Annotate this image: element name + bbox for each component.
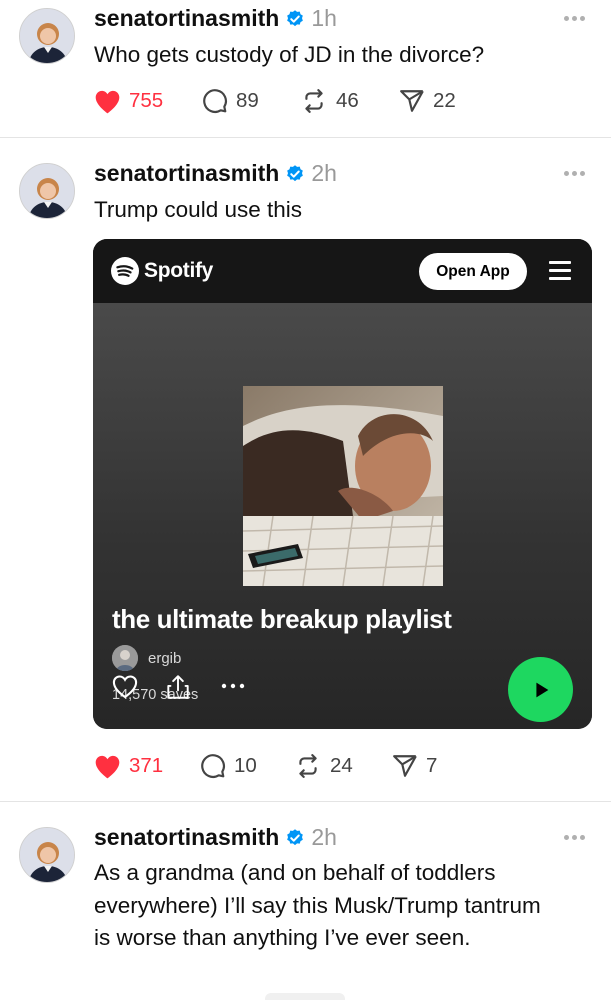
username[interactable]: senatortinasmith 2h xyxy=(94,824,337,854)
post-text: Who gets custody of JD in the divorce? xyxy=(94,42,485,67)
repost-icon xyxy=(299,754,317,778)
username[interactable]: senatortinasmith 1h xyxy=(94,5,337,35)
owner-name: ergib xyxy=(148,649,182,667)
post-1[interactable]: senatortinasmith 1h Who gets custody of J… xyxy=(0,0,611,137)
heart-icon xyxy=(95,90,120,113)
post-3[interactable]: senatortinasmith 2h As a grandma (and on … xyxy=(0,802,611,1000)
avatar[interactable] xyxy=(19,827,75,883)
heart-icon xyxy=(95,755,120,778)
repost-count: 24 xyxy=(330,754,353,777)
comment-button[interactable]: 89 xyxy=(202,86,259,116)
like-button[interactable]: 371 xyxy=(94,751,163,781)
post-time: 2h xyxy=(311,160,337,186)
spotify-embed-card[interactable]: Spotify Open App the ultimate breakup pl… xyxy=(93,239,592,729)
like-count: 755 xyxy=(129,89,164,112)
playlist-cover-image[interactable] xyxy=(243,386,443,586)
comment-button[interactable]: 10 xyxy=(200,751,257,781)
play-icon xyxy=(535,682,548,697)
post-time: 2h xyxy=(311,824,337,850)
more-dots-icon[interactable] xyxy=(564,835,586,841)
more-dots-icon[interactable] xyxy=(564,171,586,177)
heart-outline-icon[interactable] xyxy=(111,673,139,701)
comment-bubble-icon xyxy=(201,754,225,778)
comment-count: 89 xyxy=(236,89,259,112)
send-icon xyxy=(400,90,424,112)
username[interactable]: senatortinasmith 2h xyxy=(94,160,337,190)
like-button[interactable]: 755 xyxy=(94,86,163,116)
send-icon xyxy=(393,755,417,777)
comment-count: 10 xyxy=(234,754,257,777)
like-count: 371 xyxy=(129,754,164,777)
comment-bubble-icon xyxy=(203,89,227,113)
spotify-header: Spotify Open App xyxy=(93,239,592,303)
share-count: 22 xyxy=(433,89,456,112)
next-post-edge xyxy=(265,993,345,1000)
more-dots-icon[interactable] xyxy=(564,16,586,22)
verified-badge-icon xyxy=(285,827,305,854)
spotify-icon xyxy=(111,257,139,285)
open-app-button[interactable]: Open App xyxy=(419,253,527,290)
menu-icon[interactable] xyxy=(549,261,571,280)
play-button[interactable] xyxy=(508,657,573,722)
embed-actions xyxy=(111,673,271,705)
share-count: 7 xyxy=(426,754,438,777)
username-text[interactable]: senatortinasmith xyxy=(94,824,279,850)
repost-button[interactable]: 24 xyxy=(294,751,353,781)
repost-icon xyxy=(305,89,323,113)
verified-badge-icon xyxy=(285,8,305,35)
post-text: As a grandma (and on behalf of toddlers … xyxy=(94,860,541,950)
share-button[interactable]: 22 xyxy=(399,86,456,116)
post-actions: 371 10 24 7 xyxy=(94,751,494,781)
post-actions: 755 89 46 22 xyxy=(94,86,494,116)
spotify-wordmark: Spotify xyxy=(144,259,214,282)
username-text[interactable]: senatortinasmith xyxy=(94,5,279,31)
post-text: Trump could use this xyxy=(94,197,303,222)
more-options-icon[interactable] xyxy=(221,683,245,689)
post-time: 1h xyxy=(311,5,337,31)
share-icon[interactable] xyxy=(165,673,191,701)
avatar[interactable] xyxy=(19,163,75,219)
playlist-owner[interactable]: ergib xyxy=(112,645,181,671)
share-button[interactable]: 7 xyxy=(392,751,437,781)
repost-count: 46 xyxy=(336,89,359,112)
spotify-logo[interactable]: Spotify xyxy=(111,257,213,285)
playlist-title[interactable]: the ultimate breakup playlist xyxy=(112,604,452,635)
avatar[interactable] xyxy=(19,8,75,64)
username-text[interactable]: senatortinasmith xyxy=(94,160,279,186)
owner-avatar xyxy=(112,645,138,671)
verified-badge-icon xyxy=(285,163,305,190)
repost-button[interactable]: 46 xyxy=(300,86,359,116)
